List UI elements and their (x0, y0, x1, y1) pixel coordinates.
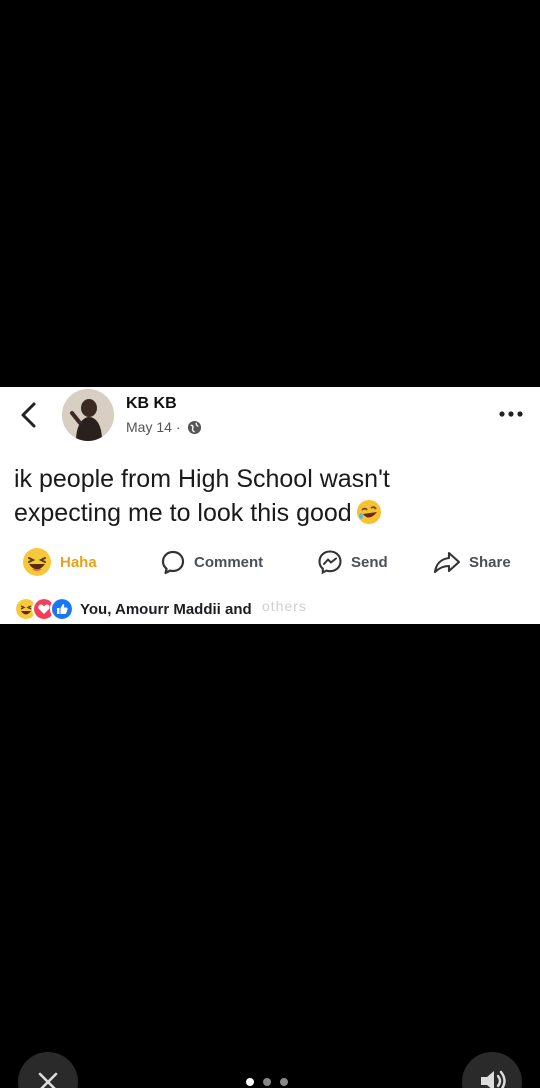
reaction-icons (14, 597, 74, 621)
rofl-emoji-icon (356, 500, 381, 524)
author-name[interactable]: KB KB (126, 395, 177, 413)
close-icon (38, 1072, 58, 1088)
story-viewer: KB KB May 14 · ik people from High Schoo… (0, 0, 540, 1088)
page-dot-2[interactable] (263, 1078, 271, 1086)
haha-emoji-icon (23, 548, 51, 576)
send-label: Send (351, 553, 388, 571)
meta-separator: · (175, 419, 181, 435)
messenger-icon (318, 550, 342, 575)
back-arrow-icon[interactable] (14, 398, 44, 432)
comment-label: Comment (194, 553, 264, 571)
post-body: ik people from High School wasn't expect… (14, 462, 524, 530)
more-options-icon[interactable] (497, 405, 525, 423)
haha-label: Haha (60, 553, 97, 571)
reactions-text: You, Amourr Maddii and (80, 600, 252, 618)
page-indicator (246, 1078, 288, 1086)
like-reaction-icon (50, 597, 74, 621)
speaker-icon (481, 1070, 506, 1088)
globe-icon (187, 420, 201, 434)
share-arrow-icon (433, 551, 461, 574)
post-text-line-2: expecting me to look this good (14, 499, 352, 527)
watermark-overlay: others (262, 598, 307, 614)
sound-toggle-button[interactable] (462, 1052, 522, 1088)
share-label: Share (469, 553, 511, 571)
haha-reaction-button[interactable]: Haha (22, 546, 97, 578)
avatar[interactable] (62, 389, 114, 441)
page-dot-3[interactable] (280, 1078, 288, 1086)
post-meta: May 14 · (126, 419, 202, 435)
close-button[interactable] (18, 1052, 78, 1088)
share-button[interactable]: Share (433, 546, 511, 578)
post-date[interactable]: May 14 (126, 419, 172, 435)
post-text-line-1: ik people from High School wasn't (14, 465, 390, 493)
send-button[interactable]: Send (317, 546, 388, 578)
page-dot-1[interactable] (246, 1078, 254, 1086)
comment-button[interactable]: Comment (160, 546, 263, 578)
comment-icon (161, 550, 185, 575)
reactions-summary[interactable]: You, Amourr Maddii and (14, 597, 252, 621)
